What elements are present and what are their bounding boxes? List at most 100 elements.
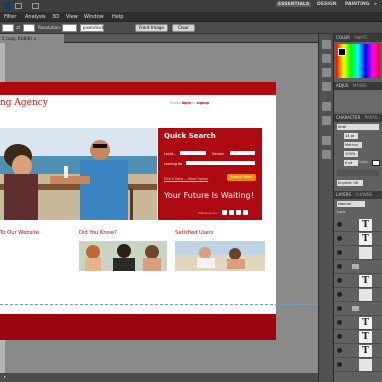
tab-masks[interactable]: MASKS	[353, 83, 367, 88]
status-arrow-icon[interactable]: ▸	[4, 374, 6, 379]
baseline-field[interactable]: 0 pt	[344, 160, 358, 166]
layer-row[interactable]: T	[334, 344, 382, 358]
visibility-eye-icon[interactable]	[337, 222, 342, 227]
visibility-eye-icon[interactable]	[337, 362, 342, 367]
resolution-field[interactable]	[62, 24, 77, 32]
visibility-eye-icon[interactable]	[337, 334, 342, 339]
color-panel-icon[interactable]	[322, 40, 331, 49]
more-options-link[interactable]: Find a Date ... More Option	[164, 177, 208, 181]
menu-3d[interactable]: 3D	[52, 14, 59, 20]
layer-row[interactable]: T	[334, 330, 382, 344]
layer-row[interactable]	[334, 302, 382, 316]
tab-channels[interactable]: CHANNE	[355, 192, 372, 197]
clear-button[interactable]: Clear	[172, 24, 195, 32]
text-style-buttons[interactable]	[337, 170, 379, 176]
tools-panel-strip	[318, 34, 334, 382]
column-heading-satisfied-users: Satisfied Users	[175, 230, 214, 236]
visibility-eye-icon[interactable]	[337, 292, 342, 297]
visibility-eye-icon[interactable]	[337, 236, 342, 241]
site-top-nav: Please login or signup	[170, 101, 209, 105]
ps-logo-icon	[3, 2, 11, 10]
font-family-select[interactable]: Arial	[337, 124, 379, 130]
character-panel-icon[interactable]	[322, 136, 331, 145]
visibility-eye-icon[interactable]	[337, 306, 342, 311]
status-bar: ▸	[0, 373, 318, 382]
menu-window[interactable]: Window	[84, 14, 104, 20]
layer-row[interactable]: T	[334, 274, 382, 288]
layer-row[interactable]	[334, 288, 382, 302]
front-image-button[interactable]: Front Image	[135, 24, 168, 32]
history-panel-icon[interactable]	[322, 102, 331, 111]
layer-row[interactable]: T	[334, 232, 382, 246]
hero-photo	[0, 128, 157, 220]
adjustments-panel-icon[interactable]	[322, 68, 331, 77]
rss-icon[interactable]	[236, 210, 241, 215]
adjustments-panel-header[interactable]: ADJUS MASKS	[334, 82, 382, 90]
column-heading-welcome: To Our Website	[0, 230, 39, 236]
workspace-essentials[interactable]: ESSENTIALS	[276, 2, 312, 7]
width-field[interactable]	[2, 24, 14, 32]
tab-adjustments[interactable]: ADJUS	[336, 83, 348, 88]
workspace-painting[interactable]: PAINTING	[345, 2, 370, 7]
search-label-gender: Gender	[212, 152, 225, 156]
swap-icon[interactable]: ⇄	[16, 25, 20, 31]
document-tab-bar: 5 copy, RGB/8) ×	[0, 34, 318, 43]
styles-panel-icon[interactable]	[322, 82, 331, 91]
height-field[interactable]	[23, 24, 35, 32]
layer-row[interactable]	[334, 246, 382, 260]
tab-color[interactable]: COLOR	[336, 35, 350, 40]
twitter-icon[interactable]	[229, 210, 234, 215]
color-panel-header[interactable]: COLOR SWATC	[334, 34, 382, 42]
zoom-icon[interactable]	[15, 3, 22, 9]
right-panels: COLOR SWATC ADJUS MASKS CHARACTER PARAG …	[334, 34, 382, 382]
paragraph-panel-icon[interactable]	[322, 150, 331, 159]
foreground-color-swatch[interactable]	[338, 48, 346, 56]
menu-help[interactable]: Help	[112, 14, 123, 20]
arrange-icon[interactable]	[32, 3, 39, 9]
menu-filter[interactable]: Filter	[4, 14, 16, 20]
menu-analysis[interactable]: Analysis	[25, 14, 46, 20]
group-folder-icon[interactable]	[352, 264, 359, 269]
resolution-unit-select[interactable]: pixels/inch	[80, 24, 104, 32]
facebook-icon[interactable]	[222, 210, 227, 215]
blend-mode-select[interactable]: Normal	[337, 201, 365, 207]
group-folder-icon[interactable]	[352, 306, 359, 311]
leading-field[interactable]: Metrics	[344, 142, 362, 148]
tab-paragraph[interactable]: PARAG	[365, 115, 378, 120]
workspace-more[interactable]: »	[374, 2, 377, 7]
visibility-eye-icon[interactable]	[337, 320, 342, 325]
text-layer-thumbnail-icon: T	[359, 331, 372, 343]
search-now-button[interactable]: Search Now!	[227, 174, 256, 181]
guide-line[interactable]	[0, 304, 318, 305]
workspace-design[interactable]: DESIGN	[317, 2, 337, 7]
font-size-field[interactable]: 14 pt	[344, 133, 358, 139]
layer-row[interactable]	[334, 260, 382, 274]
character-panel-header[interactable]: CHARACTER PARAG	[334, 114, 382, 122]
visibility-eye-icon[interactable]	[337, 348, 342, 353]
topnav-please: Please	[170, 101, 181, 105]
tab-character[interactable]: CHARACTER	[336, 115, 360, 120]
topnav-signup: signup	[196, 101, 210, 105]
language-select[interactable]: English: UK	[337, 180, 363, 186]
layers-panel-header[interactable]: LAYERS CHANNE	[334, 191, 382, 199]
scale-field[interactable]: 100%	[344, 151, 358, 157]
text-color-swatch[interactable]	[372, 160, 380, 166]
search-looking-for-field[interactable]	[186, 161, 255, 165]
visibility-eye-icon[interactable]	[337, 278, 342, 283]
visibility-eye-icon[interactable]	[337, 250, 342, 255]
tagline-text: Your Future Is Waiting!	[164, 191, 254, 200]
layer-row[interactable]: T	[334, 218, 382, 232]
search-location-field[interactable]	[180, 151, 206, 155]
actions-panel-icon[interactable]	[322, 116, 331, 125]
layer-row[interactable]: T	[334, 316, 382, 330]
swatches-panel-icon[interactable]	[322, 54, 331, 63]
color-label: Color:	[358, 160, 369, 164]
tab-swatches[interactable]: SWATC	[354, 35, 368, 40]
document-tab[interactable]: 5 copy, RGB/8) ×	[0, 34, 64, 43]
menu-view[interactable]: View	[66, 14, 78, 20]
layer-row[interactable]	[334, 358, 382, 372]
tab-layers[interactable]: LAYERS	[336, 192, 351, 197]
linkedin-icon[interactable]	[243, 210, 248, 215]
search-gender-field[interactable]	[230, 151, 255, 155]
visibility-eye-icon[interactable]	[337, 264, 342, 269]
